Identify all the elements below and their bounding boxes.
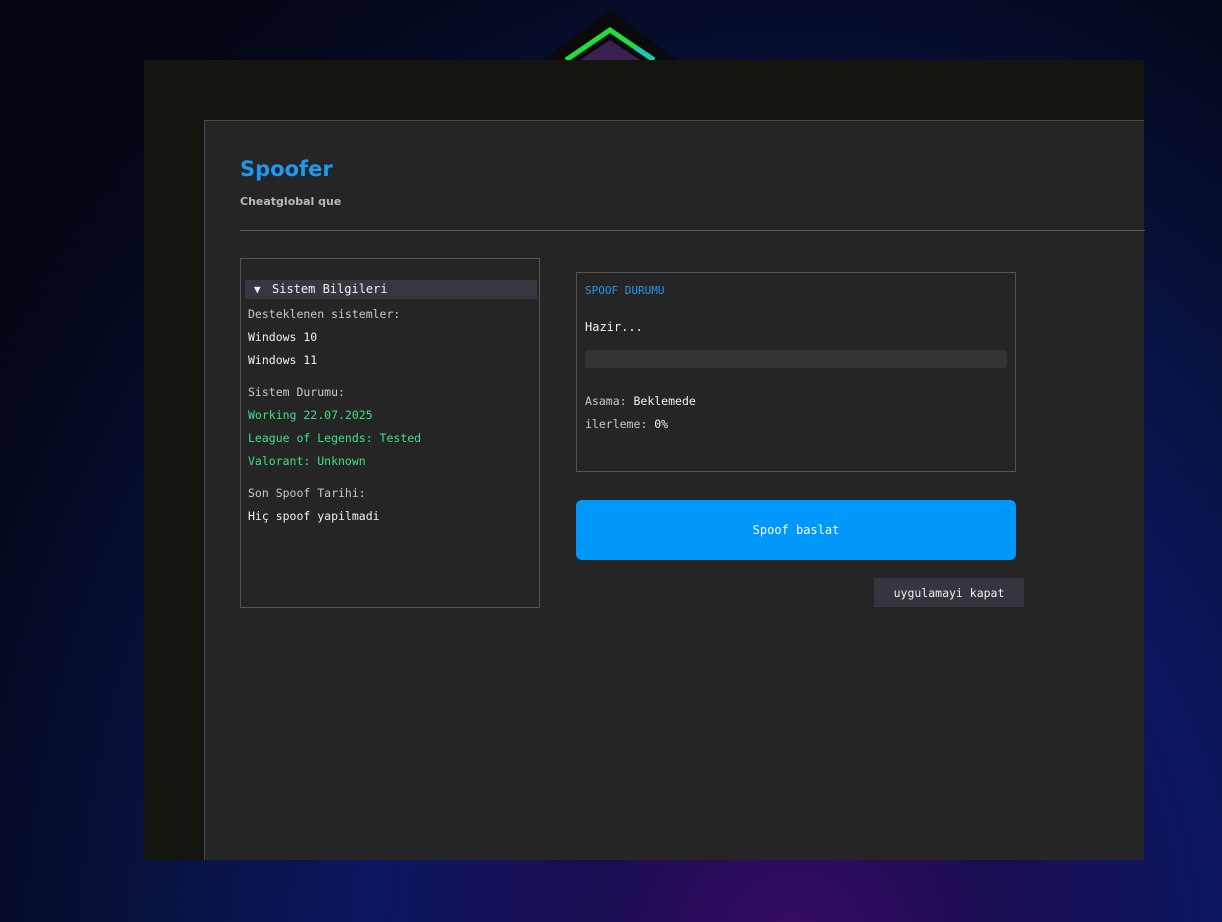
stage-label: Asama: [585, 394, 627, 408]
last-spoof-value: Hiç spoof yapilmadi [248, 509, 380, 523]
app-subtitle: Cheatglobal que [240, 195, 342, 208]
system-status-label: Sistem Durumu: [248, 385, 345, 399]
stage-value: Beklemede [633, 394, 696, 408]
header-divider [240, 230, 1145, 231]
system-info-panel: ▼ Sistem Bilgileri Desteklenen sistemler:… [240, 258, 540, 608]
collapse-arrow-icon: ▼ [254, 283, 261, 296]
progress-value: 0% [654, 417, 669, 431]
app-window: Spoofer Cheatglobal que ▼ Sistem Bilgiler… [204, 120, 1145, 860]
system-status-line: League of Legends: Tested [248, 431, 422, 445]
app-title: Spoofer [240, 157, 333, 181]
system-info-header[interactable]: ▼ Sistem Bilgileri [245, 280, 537, 299]
spoof-progress-bar [585, 350, 1007, 368]
outer-frame: Spoofer Cheatglobal que ▼ Sistem Bilgiler… [144, 60, 1145, 860]
supported-system-item: Windows 11 [248, 353, 318, 367]
progress-label: ilerleme: [585, 417, 648, 431]
supported-systems-label: Desteklenen sistemler: [248, 307, 401, 321]
stage-row: Asama: Beklemede [585, 394, 696, 408]
last-spoof-label: Son Spoof Tarihi: [248, 486, 366, 500]
spoof-status-title: SPOOF DURUMU [585, 284, 665, 297]
system-info-header-label: Sistem Bilgileri [272, 282, 388, 296]
system-status-line: Working 22.07.2025 [248, 408, 373, 422]
spoof-status-panel: SPOOF DURUMU Hazir... Asama: Beklemede i… [576, 272, 1016, 472]
spoof-state-text: Hazir... [585, 320, 643, 334]
system-status-line: Valorant: Unknown [248, 454, 366, 468]
supported-system-item: Windows 10 [248, 330, 318, 344]
start-spoof-button[interactable]: Spoof baslat [576, 500, 1016, 560]
close-app-button[interactable]: uygulamayi kapat [874, 578, 1024, 607]
progress-row: ilerleme: 0% [585, 417, 668, 431]
